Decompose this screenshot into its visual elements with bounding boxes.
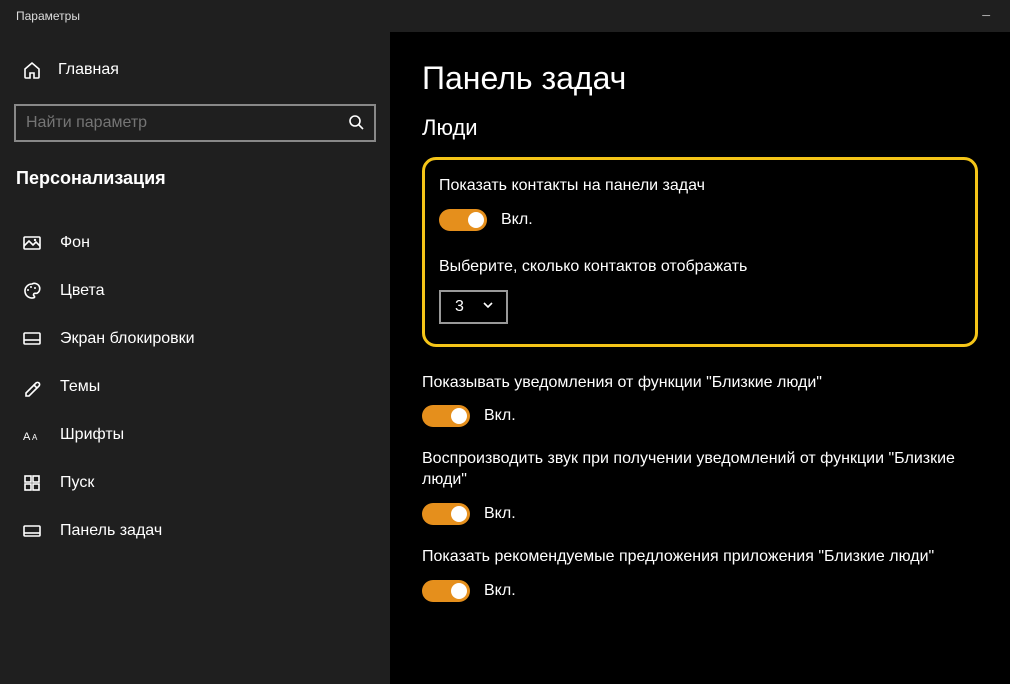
svg-text:A: A — [32, 433, 38, 442]
sidebar-item-label: Фон — [60, 234, 90, 252]
sidebar-item-label: Панель задач — [60, 522, 162, 540]
notifications-toggle[interactable] — [422, 405, 470, 427]
search-icon — [348, 114, 364, 133]
nav-home-label: Главная — [58, 61, 119, 79]
sidebar-item-start[interactable]: Пуск — [14, 459, 376, 507]
taskbar-icon — [22, 521, 42, 541]
sidebar-item-background[interactable]: Фон — [14, 219, 376, 267]
palette-icon — [22, 281, 42, 301]
toggle-state: Вкл. — [484, 582, 516, 600]
toggle-state: Вкл. — [484, 505, 516, 523]
window-title: Параметры — [16, 9, 80, 23]
themes-icon — [22, 377, 42, 397]
sound-label: Воспроизводить звук при получении уведом… — [422, 449, 978, 491]
sidebar-item-colors[interactable]: Цвета — [14, 267, 376, 315]
toggle-state: Вкл. — [501, 211, 533, 229]
content: Панель задач Люди Показать контакты на п… — [390, 32, 1010, 684]
window-controls: ─ — [982, 10, 1010, 22]
svg-text:A: A — [23, 431, 31, 443]
sidebar-category: Персонализация — [14, 164, 376, 189]
sidebar-item-label: Цвета — [60, 282, 105, 300]
toggle-state: Вкл. — [484, 407, 516, 425]
sidebar: Главная Персонализация Фон Цвета Э — [0, 32, 390, 684]
section-people: Люди — [422, 115, 978, 141]
contacts-count-dropdown[interactable]: 3 — [439, 290, 508, 324]
sidebar-item-lockscreen[interactable]: Экран блокировки — [14, 315, 376, 363]
sidebar-item-label: Шрифты — [60, 426, 124, 444]
sidebar-item-label: Пуск — [60, 474, 94, 492]
contacts-count-label: Выберите, сколько контактов отображать — [439, 257, 957, 278]
suggestions-label: Показать рекомендуемые предложения прило… — [422, 547, 978, 568]
chevron-down-icon — [482, 299, 494, 314]
image-icon — [22, 233, 42, 253]
search-input[interactable] — [26, 114, 348, 132]
contacts-on-taskbar-toggle[interactable] — [439, 209, 487, 231]
sidebar-item-fonts[interactable]: AA Шрифты — [14, 411, 376, 459]
sidebar-item-label: Экран блокировки — [60, 330, 195, 348]
suggestions-toggle[interactable] — [422, 580, 470, 602]
sidebar-item-taskbar[interactable]: Панель задач — [14, 507, 376, 555]
titlebar: Параметры ─ — [0, 0, 1010, 32]
search-box[interactable] — [14, 104, 376, 142]
dropdown-value: 3 — [455, 298, 464, 316]
page-title: Панель задач — [422, 60, 978, 97]
sidebar-item-themes[interactable]: Темы — [14, 363, 376, 411]
start-icon — [22, 473, 42, 493]
home-icon — [22, 60, 42, 80]
sidebar-item-label: Темы — [60, 378, 100, 396]
notifications-label: Показывать уведомления от функции "Близк… — [422, 373, 978, 394]
fonts-icon: AA — [22, 425, 42, 445]
nav-home[interactable]: Главная — [14, 50, 376, 90]
contacts-on-taskbar-label: Показать контакты на панели задач — [439, 176, 957, 197]
lockscreen-icon — [22, 329, 42, 349]
minimize-button[interactable]: ─ — [982, 10, 990, 22]
highlight-box: Показать контакты на панели задач Вкл. В… — [422, 157, 978, 347]
sound-toggle[interactable] — [422, 503, 470, 525]
